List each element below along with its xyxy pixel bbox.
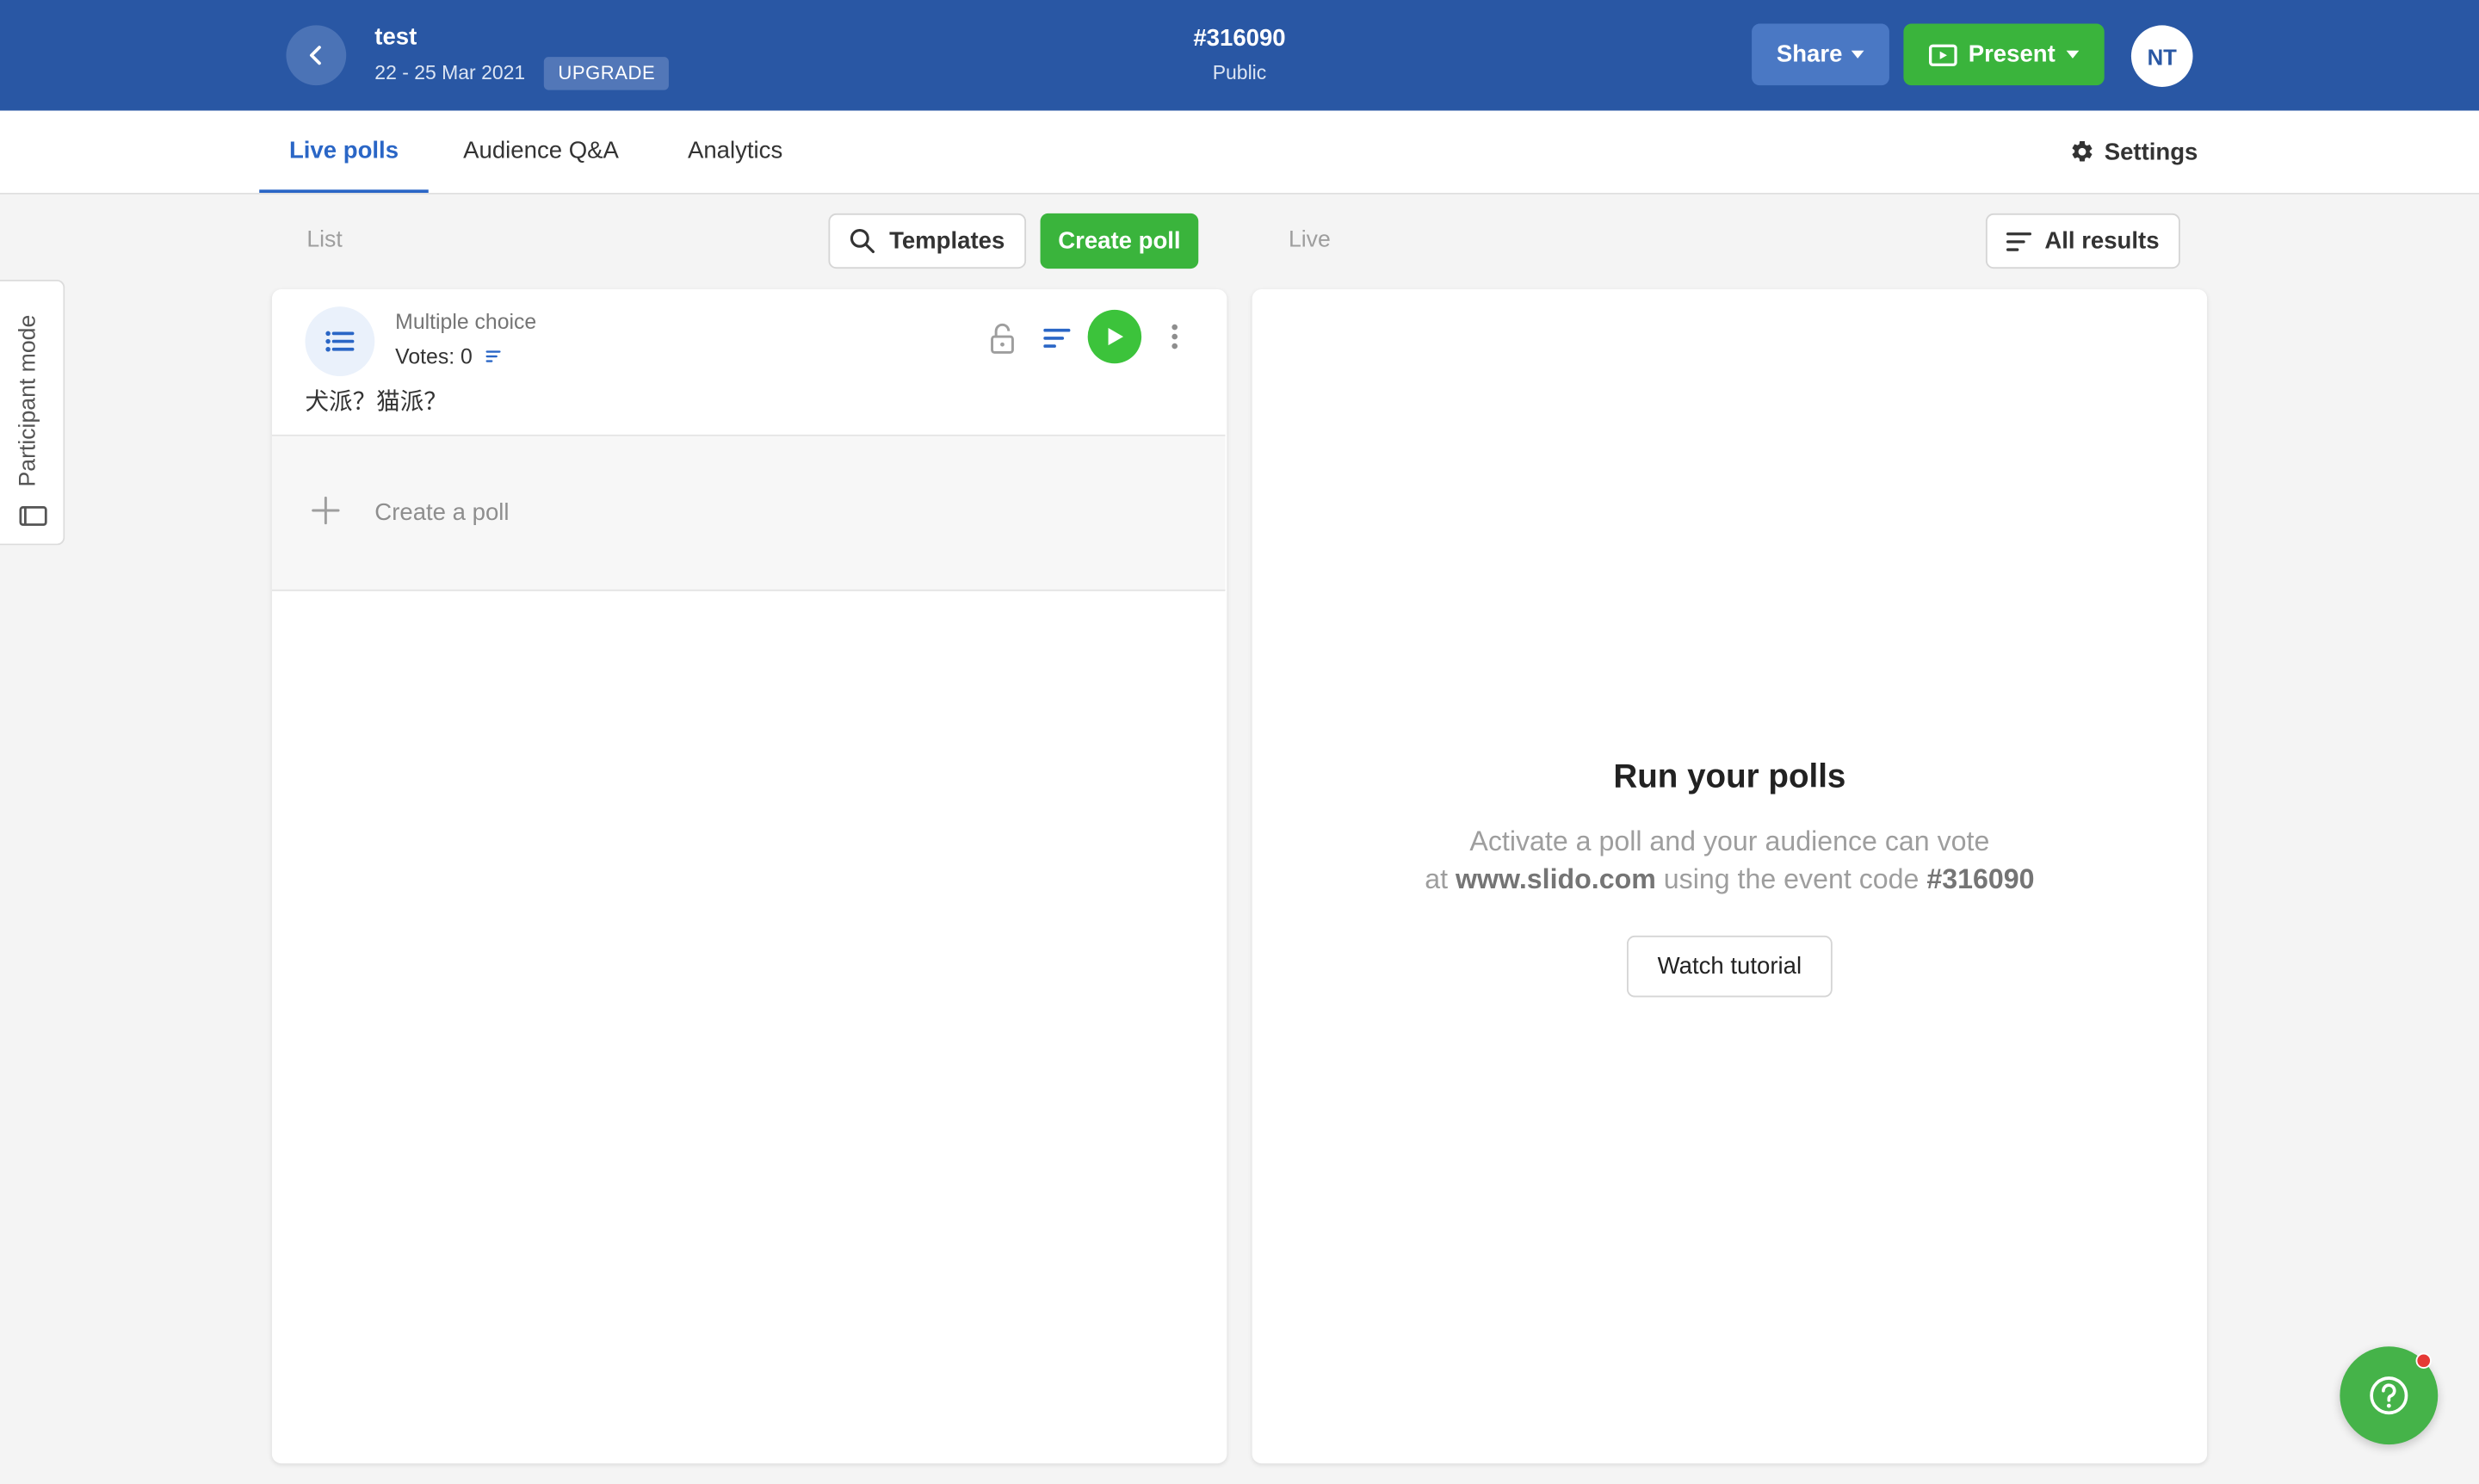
event-dates: 22 - 25 Mar 2021 (374, 61, 526, 84)
empty-state-prefix: at (1425, 863, 1449, 895)
empty-state-mid: using the event code (1663, 863, 1920, 895)
help-question-icon (2370, 1376, 2408, 1415)
present-button[interactable]: Present (1903, 23, 2105, 86)
slido-site: www.slido.com (1456, 863, 1656, 895)
event-code-block: #316090 Public (1081, 25, 1397, 83)
settings-button[interactable]: Settings (2069, 111, 2198, 193)
create-poll-button[interactable]: Create poll (1040, 213, 1199, 269)
create-poll-row[interactable]: Create a poll (271, 436, 1226, 591)
device-icon (19, 505, 47, 526)
top-bar: test 22 - 25 Mar 2021 UPGRADE #316090 Pu… (0, 0, 2479, 111)
event-code: #316090 (1193, 25, 1286, 53)
lock-button[interactable] (985, 321, 1019, 356)
event-name: test (374, 23, 417, 51)
participant-mode-tab[interactable]: Participant mode (0, 279, 65, 546)
results-lines-icon (1042, 328, 1070, 348)
activate-poll-button[interactable] (1087, 309, 1142, 364)
tab-bar: Live polls Audience Q&A Analytics Settin… (0, 110, 2479, 195)
present-label: Present (1968, 40, 2056, 68)
live-panel: Run your polls Activate a poll and your … (1252, 288, 2208, 1464)
more-options-button[interactable] (1160, 318, 1189, 356)
tab-live-polls[interactable]: Live polls (259, 111, 429, 193)
poll-votes: Votes: 0 (395, 344, 501, 368)
gear-icon (2072, 140, 2093, 162)
empty-state-description: Activate a poll and your audience can vo… (1252, 822, 2207, 898)
empty-state-code: #316090 (1926, 863, 2035, 895)
sort-lines-icon (2006, 232, 2032, 250)
poll-votes-label: Votes: 0 (395, 344, 473, 368)
caret-down-icon (1852, 50, 1865, 59)
settings-label: Settings (2104, 138, 2198, 165)
notification-dot (2415, 1352, 2432, 1369)
participant-mode-label: Participant mode (15, 314, 41, 487)
list-section-label: List (306, 227, 343, 253)
create-poll-row-label: Create a poll (374, 499, 510, 527)
results-button[interactable] (1039, 323, 1073, 355)
present-screen-icon (1928, 43, 1957, 66)
empty-state-line1: Activate a poll and your audience can vo… (1469, 825, 1990, 857)
poll-type-label: Multiple choice (395, 309, 537, 334)
user-avatar[interactable]: NT (2130, 25, 2193, 87)
poll-list-panel: Multiple choice Votes: 0 犬派？猫派？ Create a… (271, 288, 1227, 1464)
empty-state-line2: at www.slido.com using the event code #3… (1252, 860, 2207, 898)
templates-button[interactable]: Templates (828, 213, 1027, 269)
all-results-label: All results (2044, 227, 2160, 255)
chevron-left-icon (310, 46, 321, 65)
live-section-label: Live (1288, 227, 1331, 253)
results-lines-icon (485, 350, 501, 362)
tab-analytics[interactable]: Analytics (688, 111, 782, 193)
all-results-button[interactable]: All results (1985, 213, 2180, 269)
caret-down-icon (2066, 50, 2080, 59)
poll-question: 犬派？猫派？ (305, 386, 448, 416)
tab-audience-qa[interactable]: Audience Q&A (463, 111, 619, 193)
back-button[interactable] (286, 25, 347, 86)
share-button[interactable]: Share (1752, 23, 1889, 86)
poll-card[interactable]: Multiple choice Votes: 0 犬派？猫派？ (271, 289, 1226, 436)
more-vertical-icon (1171, 324, 1178, 349)
upgrade-badge[interactable]: UPGRADE (543, 57, 670, 90)
empty-state-title: Run your polls (1613, 758, 1846, 795)
plus-icon (312, 496, 340, 525)
search-icon (850, 228, 875, 254)
event-privacy: Public (1212, 61, 1267, 84)
play-icon (1108, 327, 1124, 346)
share-label: Share (1776, 40, 1843, 68)
multiple-choice-icon (305, 306, 375, 376)
unlock-icon (991, 323, 1014, 354)
templates-label: Templates (889, 227, 1005, 255)
watch-tutorial-button[interactable]: Watch tutorial (1627, 935, 1833, 998)
